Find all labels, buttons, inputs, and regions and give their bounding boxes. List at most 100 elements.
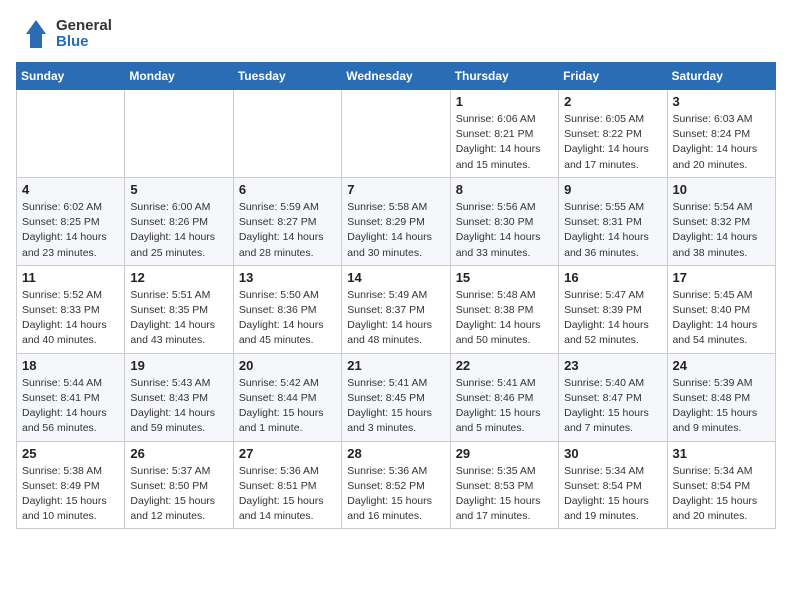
logo-svg [16, 16, 52, 52]
day-info: Sunrise: 5:34 AM Sunset: 8:54 PM Dayligh… [673, 464, 770, 525]
day-info: Sunrise: 5:47 AM Sunset: 8:39 PM Dayligh… [564, 288, 661, 349]
day-number: 20 [239, 358, 336, 373]
day-info: Sunrise: 5:52 AM Sunset: 8:33 PM Dayligh… [22, 288, 119, 349]
day-number: 7 [347, 182, 444, 197]
day-info: Sunrise: 5:36 AM Sunset: 8:52 PM Dayligh… [347, 464, 444, 525]
calendar-cell [342, 90, 450, 178]
weekday-header-tuesday: Tuesday [233, 63, 341, 90]
logo: GeneralBlue [16, 16, 112, 52]
day-number: 25 [22, 446, 119, 461]
day-number: 2 [564, 94, 661, 109]
day-info: Sunrise: 5:54 AM Sunset: 8:32 PM Dayligh… [673, 200, 770, 261]
day-info: Sunrise: 5:48 AM Sunset: 8:38 PM Dayligh… [456, 288, 553, 349]
day-info: Sunrise: 6:06 AM Sunset: 8:21 PM Dayligh… [456, 112, 553, 173]
weekday-header-wednesday: Wednesday [342, 63, 450, 90]
day-info: Sunrise: 5:43 AM Sunset: 8:43 PM Dayligh… [130, 376, 227, 437]
day-number: 11 [22, 270, 119, 285]
calendar-cell: 12 Sunrise: 5:51 AM Sunset: 8:35 PM Dayli… [125, 265, 233, 353]
calendar-cell: 10 Sunrise: 5:54 AM Sunset: 8:32 PM Dayli… [667, 177, 775, 265]
day-number: 31 [673, 446, 770, 461]
day-info: Sunrise: 5:50 AM Sunset: 8:36 PM Dayligh… [239, 288, 336, 349]
day-number: 14 [347, 270, 444, 285]
day-number: 24 [673, 358, 770, 373]
day-info: Sunrise: 5:59 AM Sunset: 8:27 PM Dayligh… [239, 200, 336, 261]
calendar-cell: 30 Sunrise: 5:34 AM Sunset: 8:54 PM Dayli… [559, 441, 667, 529]
page-header: GeneralBlue [16, 16, 776, 52]
day-info: Sunrise: 6:02 AM Sunset: 8:25 PM Dayligh… [22, 200, 119, 261]
calendar-cell: 5 Sunrise: 6:00 AM Sunset: 8:26 PM Daylig… [125, 177, 233, 265]
calendar-cell [17, 90, 125, 178]
calendar-cell: 27 Sunrise: 5:36 AM Sunset: 8:51 PM Dayli… [233, 441, 341, 529]
calendar-table: SundayMondayTuesdayWednesdayThursdayFrid… [16, 62, 776, 529]
weekday-header-thursday: Thursday [450, 63, 558, 90]
day-info: Sunrise: 5:36 AM Sunset: 8:51 PM Dayligh… [239, 464, 336, 525]
day-info: Sunrise: 6:00 AM Sunset: 8:26 PM Dayligh… [130, 200, 227, 261]
logo-text-block: GeneralBlue [56, 18, 112, 51]
day-number: 1 [456, 94, 553, 109]
day-info: Sunrise: 5:42 AM Sunset: 8:44 PM Dayligh… [239, 376, 336, 437]
calendar-cell: 3 Sunrise: 6:03 AM Sunset: 8:24 PM Daylig… [667, 90, 775, 178]
day-info: Sunrise: 6:05 AM Sunset: 8:22 PM Dayligh… [564, 112, 661, 173]
day-info: Sunrise: 5:41 AM Sunset: 8:46 PM Dayligh… [456, 376, 553, 437]
calendar-cell: 13Sunrise: 5:50 AM Sunset: 8:36 PM Dayli… [233, 265, 341, 353]
weekday-header-row: SundayMondayTuesdayWednesdayThursdayFrid… [17, 63, 776, 90]
calendar-cell: 20 Sunrise: 5:42 AM Sunset: 8:44 PM Dayli… [233, 353, 341, 441]
calendar-cell: 2 Sunrise: 6:05 AM Sunset: 8:22 PM Daylig… [559, 90, 667, 178]
day-info: Sunrise: 5:34 AM Sunset: 8:54 PM Dayligh… [564, 464, 661, 525]
calendar-cell: 21 Sunrise: 5:41 AM Sunset: 8:45 PM Dayli… [342, 353, 450, 441]
calendar-week-row: 1 Sunrise: 6:06 AM Sunset: 8:21 PM Daylig… [17, 90, 776, 178]
day-number: 19 [130, 358, 227, 373]
calendar-cell: 4 Sunrise: 6:02 AM Sunset: 8:25 PM Daylig… [17, 177, 125, 265]
weekday-header-saturday: Saturday [667, 63, 775, 90]
day-info: Sunrise: 5:44 AM Sunset: 8:41 PM Dayligh… [22, 376, 119, 437]
calendar-cell: 23Sunrise: 5:40 AM Sunset: 8:47 PM Dayli… [559, 353, 667, 441]
day-number: 8 [456, 182, 553, 197]
day-info: Sunrise: 5:55 AM Sunset: 8:31 PM Dayligh… [564, 200, 661, 261]
day-number: 15 [456, 270, 553, 285]
calendar-cell: 28Sunrise: 5:36 AM Sunset: 8:52 PM Dayli… [342, 441, 450, 529]
logo-blue-text: Blue [56, 34, 112, 51]
calendar-cell: 17Sunrise: 5:45 AM Sunset: 8:40 PM Dayli… [667, 265, 775, 353]
calendar-cell: 7 Sunrise: 5:58 AM Sunset: 8:29 PM Daylig… [342, 177, 450, 265]
calendar-cell: 31 Sunrise: 5:34 AM Sunset: 8:54 PM Dayli… [667, 441, 775, 529]
calendar-cell: 8 Sunrise: 5:56 AM Sunset: 8:30 PM Daylig… [450, 177, 558, 265]
calendar-week-row: 18 Sunrise: 5:44 AM Sunset: 8:41 PM Dayli… [17, 353, 776, 441]
calendar-cell [233, 90, 341, 178]
weekday-header-sunday: Sunday [17, 63, 125, 90]
day-info: Sunrise: 5:51 AM Sunset: 8:35 PM Dayligh… [130, 288, 227, 349]
calendar-cell [125, 90, 233, 178]
day-number: 10 [673, 182, 770, 197]
calendar-week-row: 11 Sunrise: 5:52 AM Sunset: 8:33 PM Dayli… [17, 265, 776, 353]
weekday-header-friday: Friday [559, 63, 667, 90]
calendar-cell: 18 Sunrise: 5:44 AM Sunset: 8:41 PM Dayli… [17, 353, 125, 441]
calendar-cell: 14Sunrise: 5:49 AM Sunset: 8:37 PM Dayli… [342, 265, 450, 353]
day-number: 29 [456, 446, 553, 461]
day-info: Sunrise: 5:41 AM Sunset: 8:45 PM Dayligh… [347, 376, 444, 437]
day-number: 21 [347, 358, 444, 373]
day-number: 12 [130, 270, 227, 285]
day-number: 5 [130, 182, 227, 197]
calendar-cell: 19 Sunrise: 5:43 AM Sunset: 8:43 PM Dayli… [125, 353, 233, 441]
day-number: 30 [564, 446, 661, 461]
calendar-cell: 16Sunrise: 5:47 AM Sunset: 8:39 PM Dayli… [559, 265, 667, 353]
day-info: Sunrise: 5:35 AM Sunset: 8:53 PM Dayligh… [456, 464, 553, 525]
day-info: Sunrise: 5:38 AM Sunset: 8:49 PM Dayligh… [22, 464, 119, 525]
day-number: 4 [22, 182, 119, 197]
calendar-cell: 6Sunrise: 5:59 AM Sunset: 8:27 PM Daylig… [233, 177, 341, 265]
day-number: 18 [22, 358, 119, 373]
day-info: Sunrise: 5:37 AM Sunset: 8:50 PM Dayligh… [130, 464, 227, 525]
day-info: Sunrise: 5:56 AM Sunset: 8:30 PM Dayligh… [456, 200, 553, 261]
calendar-cell: 22Sunrise: 5:41 AM Sunset: 8:46 PM Dayli… [450, 353, 558, 441]
weekday-header-monday: Monday [125, 63, 233, 90]
day-info: Sunrise: 5:58 AM Sunset: 8:29 PM Dayligh… [347, 200, 444, 261]
calendar-week-row: 25 Sunrise: 5:38 AM Sunset: 8:49 PM Dayli… [17, 441, 776, 529]
day-info: Sunrise: 6:03 AM Sunset: 8:24 PM Dayligh… [673, 112, 770, 173]
day-number: 23 [564, 358, 661, 373]
day-number: 9 [564, 182, 661, 197]
day-info: Sunrise: 5:45 AM Sunset: 8:40 PM Dayligh… [673, 288, 770, 349]
calendar-cell: 11 Sunrise: 5:52 AM Sunset: 8:33 PM Dayli… [17, 265, 125, 353]
calendar-cell: 15 Sunrise: 5:48 AM Sunset: 8:38 PM Dayli… [450, 265, 558, 353]
day-number: 3 [673, 94, 770, 109]
day-number: 27 [239, 446, 336, 461]
calendar-cell: 25 Sunrise: 5:38 AM Sunset: 8:49 PM Dayli… [17, 441, 125, 529]
